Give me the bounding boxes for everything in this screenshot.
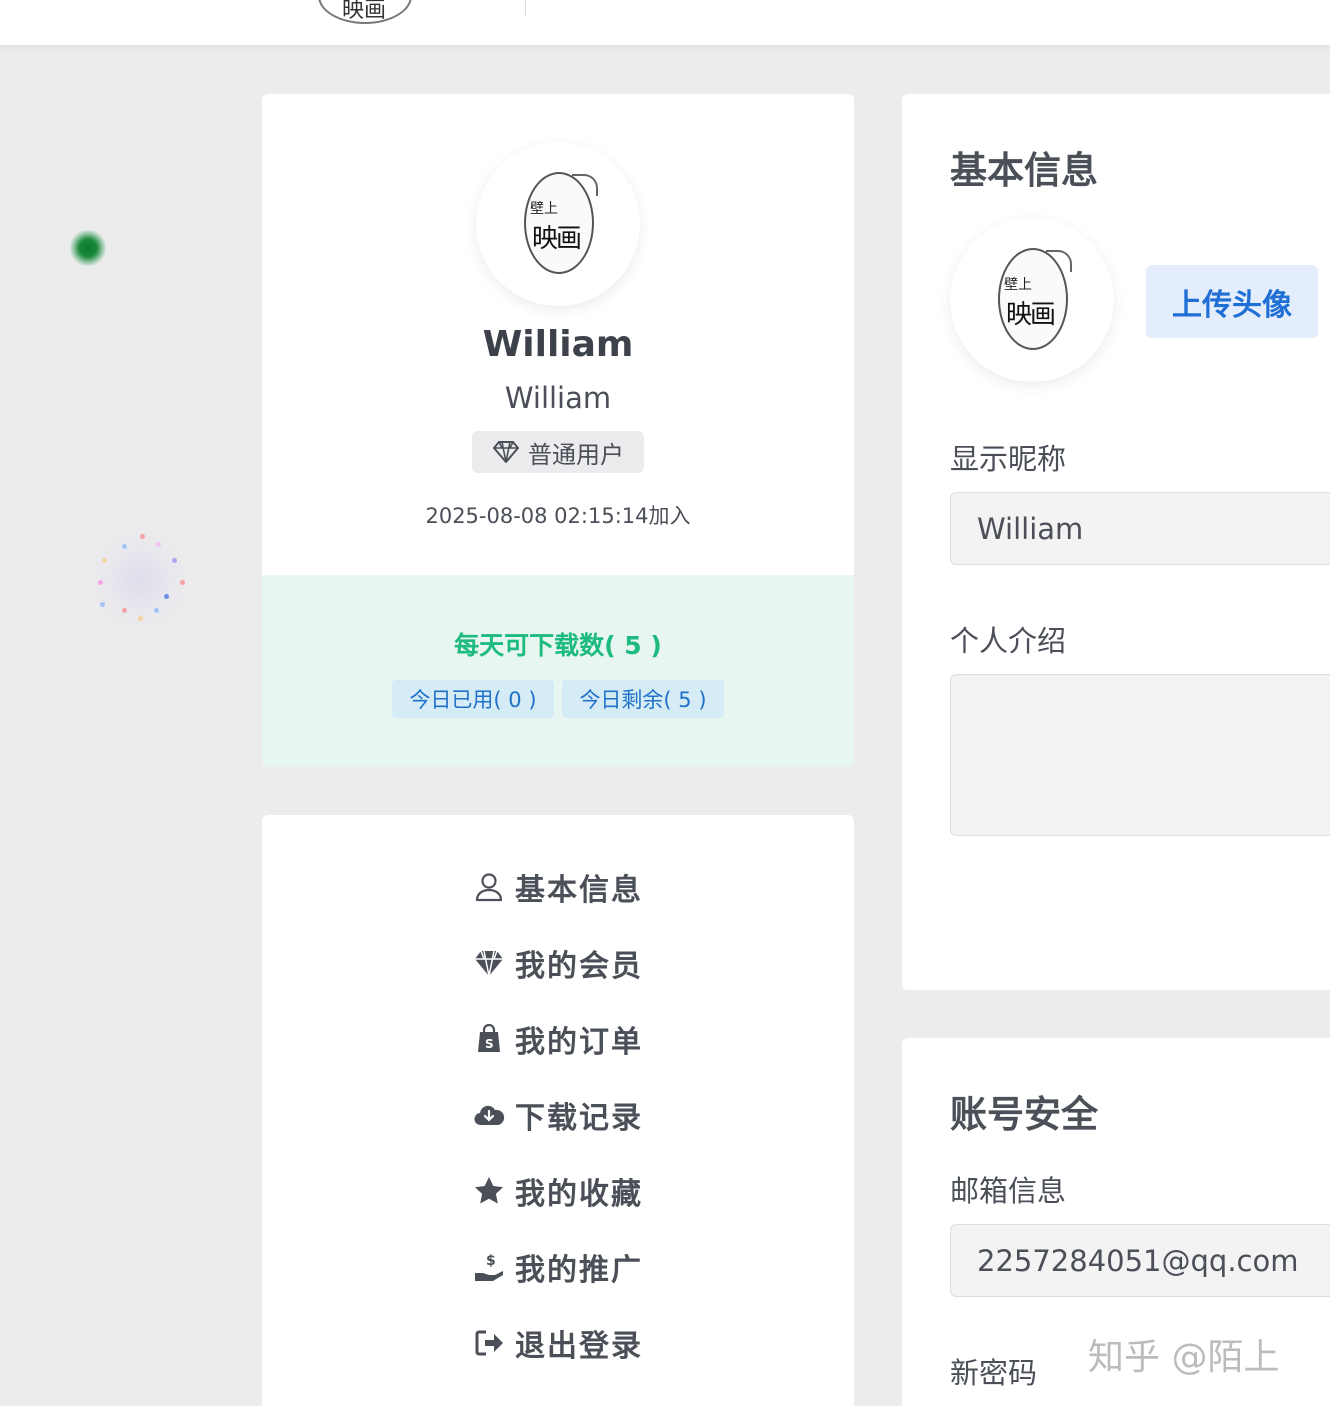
profile-username: William	[504, 381, 612, 415]
email-label: 邮箱信息	[950, 1174, 1067, 1208]
security-title: 账号安全	[950, 1093, 1098, 1136]
avatar-text-small: 壁上	[530, 201, 558, 217]
menu-item-referral[interactable]: $ 我的推广	[262, 1245, 854, 1289]
today-remaining-badge: 今日剩余( 5 )	[562, 680, 724, 718]
bio-textarea[interactable]	[950, 674, 1330, 836]
menu-item-label: 基本信息	[515, 873, 643, 908]
avatar-branch-decoration	[1046, 250, 1072, 272]
user-icon	[475, 873, 503, 902]
basic-info-title: 基本信息	[950, 149, 1098, 192]
bio-label: 个人介绍	[950, 624, 1067, 658]
shopping-bag-icon: S	[478, 1023, 500, 1052]
menu-item-label: 我的订单	[515, 1025, 643, 1060]
menu-item-label: 我的收藏	[515, 1177, 643, 1212]
menu-item-downloads[interactable]: 下载记录	[262, 1093, 854, 1137]
menu-item-label: 我的会员	[515, 949, 643, 984]
avatar-text-main: 映画	[532, 224, 582, 254]
decorative-confetti-ring	[88, 528, 192, 632]
cloud-download-icon	[474, 1105, 505, 1126]
menu-item-basic-info[interactable]: 基本信息	[262, 865, 854, 909]
menu-item-label: 退出登录	[515, 1329, 643, 1364]
menu-item-logout[interactable]: 退出登录	[262, 1321, 854, 1365]
nickname-label: 显示昵称	[950, 442, 1067, 476]
joined-date: 2025-08-08 02:15:14加入	[425, 504, 691, 528]
avatar-image: 壁上 映画	[524, 172, 598, 274]
basic-info-card: 基本信息 壁上 映画 上传头像 显示昵称 William 个人介绍	[902, 94, 1330, 990]
avatar-text-main: 映画	[1006, 300, 1056, 330]
new-password-label: 新密码	[950, 1356, 1038, 1390]
menu-item-favorites[interactable]: 我的收藏	[262, 1169, 854, 1213]
user-menu-card: 基本信息 我的会员 S 我的订单 下载记录 我的收藏 $ 我的推广 退出登录	[262, 815, 854, 1406]
diamond-icon	[475, 950, 503, 977]
basic-info-avatar: 壁上 映画	[950, 218, 1114, 382]
top-navbar: 映画	[0, 0, 1330, 45]
menu-item-label: 我的推广	[515, 1253, 643, 1288]
profile-display-name: William	[482, 324, 634, 365]
daily-download-limit: 每天可下载数( 5 )	[454, 631, 662, 660]
avatar-branch-decoration	[572, 174, 598, 196]
download-quota-panel: 每天可下载数( 5 ) 今日已用( 0 ) 今日剩余( 5 )	[262, 575, 854, 767]
decorative-green-dot	[70, 230, 106, 266]
sign-out-icon	[475, 1330, 503, 1356]
avatar-image: 壁上 映画	[998, 248, 1072, 350]
role-label: 普通用户	[528, 440, 624, 469]
menu-item-label: 下载记录	[515, 1101, 643, 1136]
today-used-badge: 今日已用( 0 )	[392, 680, 554, 718]
role-badge: 普通用户	[472, 431, 644, 473]
svg-text:$: $	[486, 1253, 498, 1269]
profile-card: 壁上 映画 William William 普通用户 2025-08-08 02…	[262, 94, 854, 767]
site-logo[interactable]: 映画	[318, 0, 412, 24]
navbar-divider	[525, 0, 526, 16]
diamond-outline-icon	[493, 441, 519, 463]
hand-dollar-icon: $	[475, 1253, 503, 1281]
menu-item-orders[interactable]: S 我的订单	[262, 1017, 854, 1061]
svg-text:S: S	[485, 1037, 496, 1051]
star-icon	[475, 1177, 503, 1204]
upload-avatar-button[interactable]: 上传头像	[1146, 265, 1318, 338]
email-input[interactable]: 2257284051@qq.com	[950, 1224, 1330, 1297]
profile-avatar: 壁上 映画	[476, 142, 640, 306]
avatar-text-small: 壁上	[1004, 277, 1032, 293]
nickname-input[interactable]: William	[950, 492, 1330, 565]
watermark: 知乎 @陌上	[1088, 1337, 1280, 1378]
menu-item-membership[interactable]: 我的会员	[262, 941, 854, 985]
site-logo-text: 映画	[342, 0, 387, 23]
